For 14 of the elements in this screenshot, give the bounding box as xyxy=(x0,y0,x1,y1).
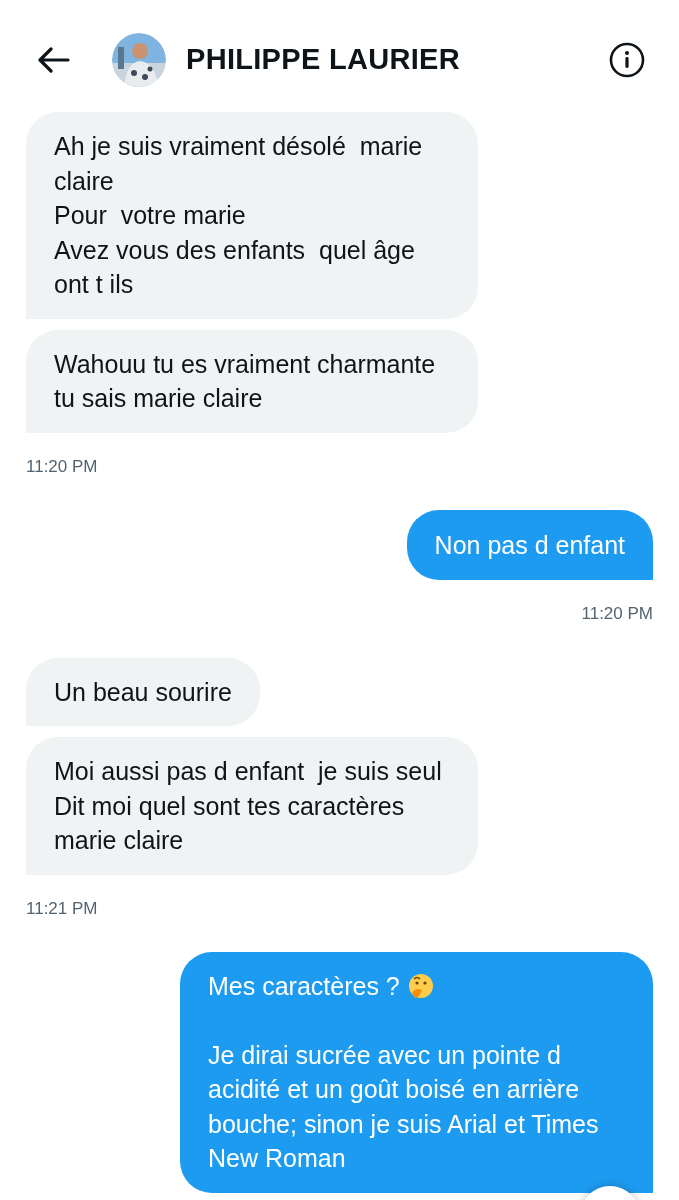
received-message: Moi aussi pas d enfant je suis seul Dit moi quel sont tes caractères marie claire xyxy=(26,737,478,875)
info-icon xyxy=(609,42,645,78)
message-time: 11:21 PM xyxy=(26,897,98,920)
sent-message: Non pas d enfant xyxy=(406,510,653,580)
message-text: Je dirai sucrée avec un pointe d acidité et un goût boisé en arrière bouche; sinon je suis Arial et Times New Roman xyxy=(208,1039,600,1174)
info-button[interactable] xyxy=(609,42,645,78)
message-time: 11:20 PM xyxy=(26,455,98,478)
back-arrow-icon xyxy=(38,47,70,73)
message-time: 11:20 PM xyxy=(581,603,653,625)
received-message: Ah je suis vraiment désolé marie claire Pour votre marie Avez vous des enfants quel âge ont t ils xyxy=(26,112,478,319)
received-message: Un beau sourire xyxy=(26,657,260,726)
contact-name: PHILIPPE LAURIER xyxy=(186,42,460,78)
received-message: Wahouu tu es vraiment charmante tu sais marie claire xyxy=(26,329,478,433)
message-text: Mes caractères ? xyxy=(208,971,400,1002)
